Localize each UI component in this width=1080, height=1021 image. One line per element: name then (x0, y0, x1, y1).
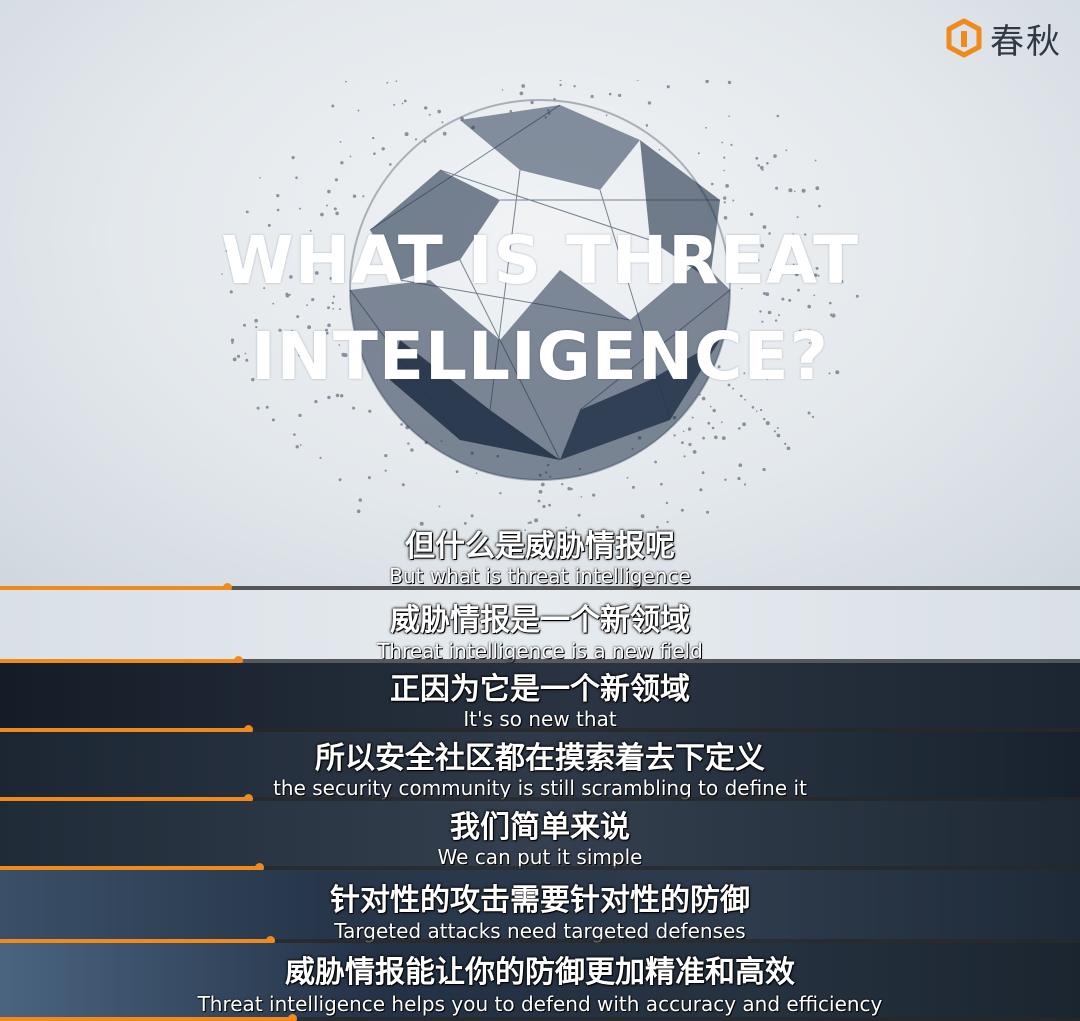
subtitle-strip: 所以安全社区都在摸索着去下定义 the security community is… (0, 732, 1080, 801)
subtitle-english: It's so new that (463, 707, 617, 731)
subtitle-chinese: 所以安全社区都在摸索着去下定义 (315, 741, 765, 776)
subtitle-chinese: 但什么是威胁情报呢 (405, 529, 675, 564)
subtitle-strip: 正因为它是一个新领域 It's so new that (0, 663, 1080, 732)
video-progress-handle[interactable] (255, 863, 265, 870)
video-progress-handle[interactable] (266, 936, 275, 943)
video-progress-handle[interactable] (287, 1014, 297, 1021)
subtitle-strip: 我们简单来说 We can put it simple (0, 801, 1080, 870)
subtitle-english: Threat intelligence helps you to defend … (197, 992, 883, 1016)
video-progress-handle[interactable] (233, 656, 243, 663)
subtitle-english: the security community is still scrambli… (273, 776, 807, 800)
video-progress-handle[interactable] (244, 725, 254, 732)
video-progress-bar[interactable] (0, 1014, 1080, 1021)
video-progress-handle[interactable] (244, 794, 254, 801)
subtitle-strip: 针对性的攻击需要针对性的防御 Targeted attacks need targ… (0, 870, 1080, 943)
subtitle-english: We can put it simple (437, 845, 643, 869)
subtitle-strip: 但什么是威胁情报呢 But what is threat intelligence (0, 0, 1080, 590)
subtitle-chinese: 正因为它是一个新领域 (390, 672, 690, 707)
subtitle-strip: 威胁情报能让你的防御更加精准和高效 Threat intelligence hel… (0, 943, 1080, 1021)
video-frame-background (0, 0, 1080, 590)
subtitle-chinese: 我们简单来说 (450, 810, 630, 845)
subtitle-strip: 威胁情报是一个新领域 Threat intelligence is a new f… (0, 590, 1080, 663)
video-progress-fill (0, 1017, 292, 1021)
video-progress-handle[interactable] (222, 583, 232, 590)
subtitle-english: But what is threat intelligence (389, 564, 691, 588)
subtitle-chinese: 威胁情报能让你的防御更加精准和高效 (285, 955, 795, 990)
subtitle-chinese: 针对性的攻击需要针对性的防御 (330, 883, 750, 918)
subtitle-chinese: 威胁情报是一个新领域 (390, 603, 690, 638)
